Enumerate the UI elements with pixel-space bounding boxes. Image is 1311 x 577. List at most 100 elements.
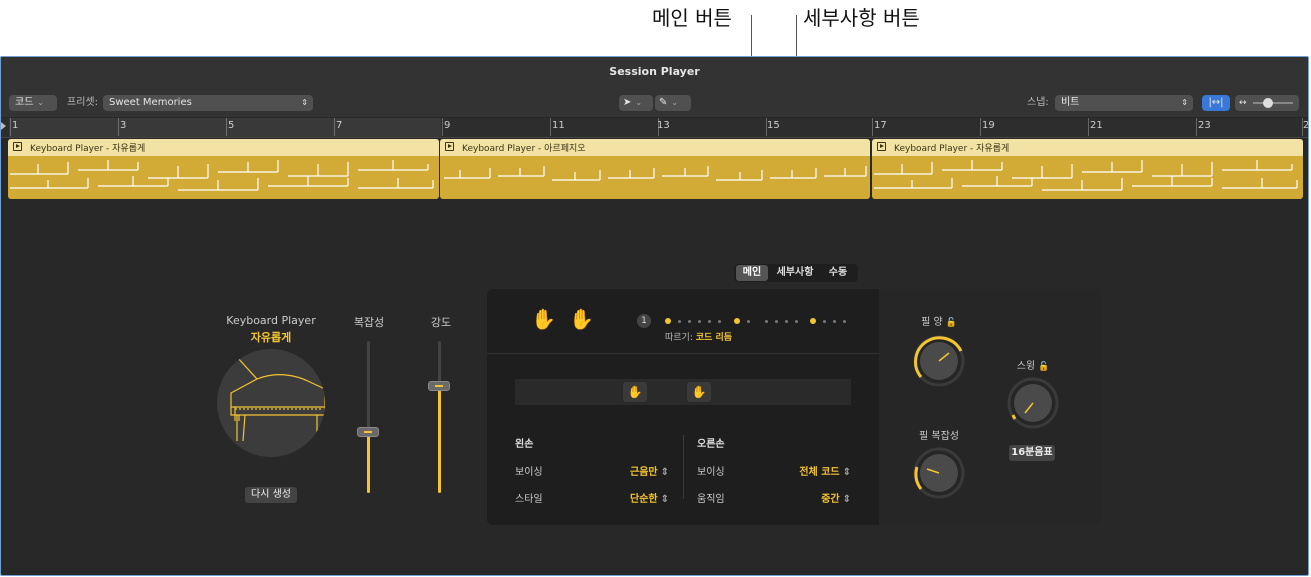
intensity-fill (438, 387, 441, 493)
left-voicing-label: 보이싱 (515, 467, 543, 478)
pointer-tool-icon: ➤ (623, 97, 632, 108)
pattern-dot[interactable] (708, 320, 711, 323)
fill-amount-text: 필 양 (921, 317, 943, 328)
playhead-marker[interactable] (1, 122, 6, 130)
ruler-tick (442, 118, 443, 136)
tab-manual[interactable]: 수동 (822, 265, 854, 281)
snap-label: 스냅: (1027, 97, 1049, 108)
pattern-dot[interactable] (823, 320, 826, 323)
pattern-dot[interactable] (747, 320, 750, 323)
pattern-dot[interactable] (833, 320, 836, 323)
right-movement-label: 움직임 (697, 494, 725, 505)
main-panel: ✋ ✋ 1 따르기: 코드 리듬 ✋ ✋ 왼손 보이싱 근음만 ⇕ 스타일 단순… (487, 289, 1101, 525)
updown-chevron-icon: ⇕ (1181, 98, 1188, 107)
ruler-tick (980, 118, 981, 136)
snap-select[interactable]: 비트 ⇕ (1055, 95, 1193, 111)
pattern-dot[interactable] (765, 320, 768, 323)
follow-label: 따르기: (665, 333, 693, 343)
intensity-label: 강도 (430, 316, 452, 329)
updown-chevron-icon: ⇕ (660, 467, 669, 478)
ruler-number: 17 (874, 120, 887, 131)
updown-chevron-icon: ⇕ (842, 494, 851, 505)
left-hand-range-icon[interactable]: ✋ (623, 382, 647, 402)
left-style-select[interactable]: 단순한 ⇕ (599, 490, 669, 505)
tab-main[interactable]: 메인 (736, 265, 768, 281)
region-name: Keyboard Player - 자유롭게 (894, 144, 1010, 154)
ruler-tick (1196, 118, 1197, 136)
region-2[interactable]: Keyboard Player - 아르페지오 (440, 139, 870, 199)
fill-complexity-label: 필 복잡성 (919, 431, 959, 442)
snap-icon: |↔| (1208, 97, 1224, 108)
toolbar: 코드 ⌄ 프리셋: Sweet Memories ⇕ ➤ ⌄ ✎ ⌄ 스냅: 비트 ⇕… (1, 87, 1308, 117)
left-style-value: 단순한 (630, 494, 658, 505)
fill-amount-knob[interactable] (911, 333, 967, 389)
intensity-thumb[interactable] (428, 381, 450, 391)
chord-menu-button[interactable]: 코드 ⌄ (9, 95, 57, 111)
region-notes (874, 160, 1298, 191)
pattern-dot[interactable] (734, 318, 740, 324)
chevron-down-icon: ⌄ (37, 98, 45, 107)
player-name: Keyboard Player (226, 314, 316, 327)
region-3[interactable]: Keyboard Player - 자유롭게 (872, 139, 1303, 199)
region-name: Keyboard Player - 자유롭게 (30, 144, 146, 154)
hand-range-bar[interactable] (515, 379, 851, 405)
timeline-ruler[interactable]: 1 3 5 7 9 11 13 15 17 19 21 23 2 (1, 118, 1308, 138)
panel-divider (487, 353, 879, 354)
region-notes (10, 160, 434, 191)
zoom-slider[interactable]: ↔ (1235, 95, 1299, 111)
pencil-tool-button[interactable]: ✎ ⌄ (655, 95, 691, 111)
ruler-number: 19 (982, 120, 995, 131)
swing-resolution-button[interactable]: 16분음표 (1009, 445, 1055, 461)
region-header: Keyboard Player - 자유롭게 (872, 139, 1303, 156)
tab-details[interactable]: 세부사항 (772, 265, 818, 281)
pattern-dot[interactable] (843, 320, 846, 323)
follow-row[interactable]: 따르기: 코드 리듬 (665, 330, 732, 343)
right-hand-range-icon[interactable]: ✋ (687, 382, 711, 402)
pattern-dot[interactable] (785, 320, 788, 323)
swing-label: 스윙 🔓 (1003, 357, 1063, 372)
swing-knob[interactable] (1005, 375, 1061, 431)
region-1[interactable]: Keyboard Player - 자유롭게 (8, 139, 439, 199)
lock-icon: 🔓 (945, 318, 957, 328)
session-player-window: Session Player 코드 ⌄ 프리셋: Sweet Memories ⇕… (0, 56, 1309, 576)
regenerate-button[interactable]: 다시 생성 (245, 487, 297, 503)
pattern-dot[interactable] (775, 320, 778, 323)
right-movement-select[interactable]: 중간 ⇕ (771, 490, 851, 505)
pattern-dot[interactable] (665, 318, 671, 324)
updown-chevron-icon: ⇕ (842, 467, 851, 478)
chord-menu-label: 코드 (15, 97, 34, 108)
hand-icon[interactable]: ✋ (531, 307, 556, 331)
region-header: Keyboard Player - 자유롭게 (8, 139, 439, 156)
pointer-tool-button[interactable]: ➤ ⌄ (619, 95, 653, 111)
complexity-label: 복잡성 (353, 316, 385, 329)
follow-badge: 1 (637, 314, 651, 328)
fill-complexity-knob[interactable] (911, 445, 967, 501)
chevron-down-icon: ⌄ (635, 98, 643, 107)
pencil-tool-icon: ✎ (659, 97, 668, 108)
pattern-dot[interactable] (698, 320, 701, 323)
region-name: Keyboard Player - 아르페지오 (462, 144, 586, 154)
pattern-dot[interactable] (795, 320, 798, 323)
right-movement-value: 중간 (821, 494, 840, 505)
pattern-dot[interactable] (810, 318, 816, 324)
pattern-dot[interactable] (688, 320, 691, 323)
window-title: Session Player (1, 57, 1308, 87)
right-voicing-label: 보이싱 (697, 467, 725, 478)
pattern-dot[interactable] (678, 320, 681, 323)
left-voicing-select[interactable]: 근음만 ⇕ (599, 463, 669, 478)
callout-details-button: 세부사항 버튼 (803, 6, 920, 30)
callout-main-button: 메인 버튼 (652, 6, 732, 30)
preset-select[interactable]: Sweet Memories ⇕ (103, 95, 313, 111)
ruler-number: 15 (767, 120, 780, 131)
right-voicing-select[interactable]: 전체 코드 ⇕ (771, 463, 851, 478)
pattern-dot[interactable] (718, 320, 721, 323)
zoom-track (1253, 102, 1293, 104)
preset-label: 프리셋: (67, 97, 98, 108)
region-header: Keyboard Player - 아르페지오 (440, 139, 870, 156)
zoom-thumb[interactable] (1263, 98, 1273, 108)
play-icon (877, 142, 886, 151)
snap-icon-button[interactable]: |↔| (1202, 95, 1230, 111)
hand-icon[interactable]: ✋ (569, 307, 594, 331)
ruler-number: 11 (552, 120, 565, 131)
complexity-thumb[interactable] (357, 427, 379, 437)
